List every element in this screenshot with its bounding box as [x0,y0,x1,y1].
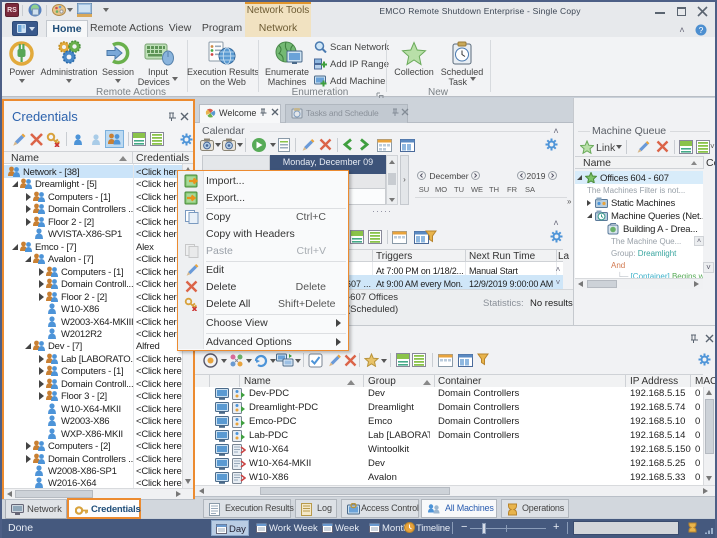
svg-text:?: ? [699,25,704,35]
